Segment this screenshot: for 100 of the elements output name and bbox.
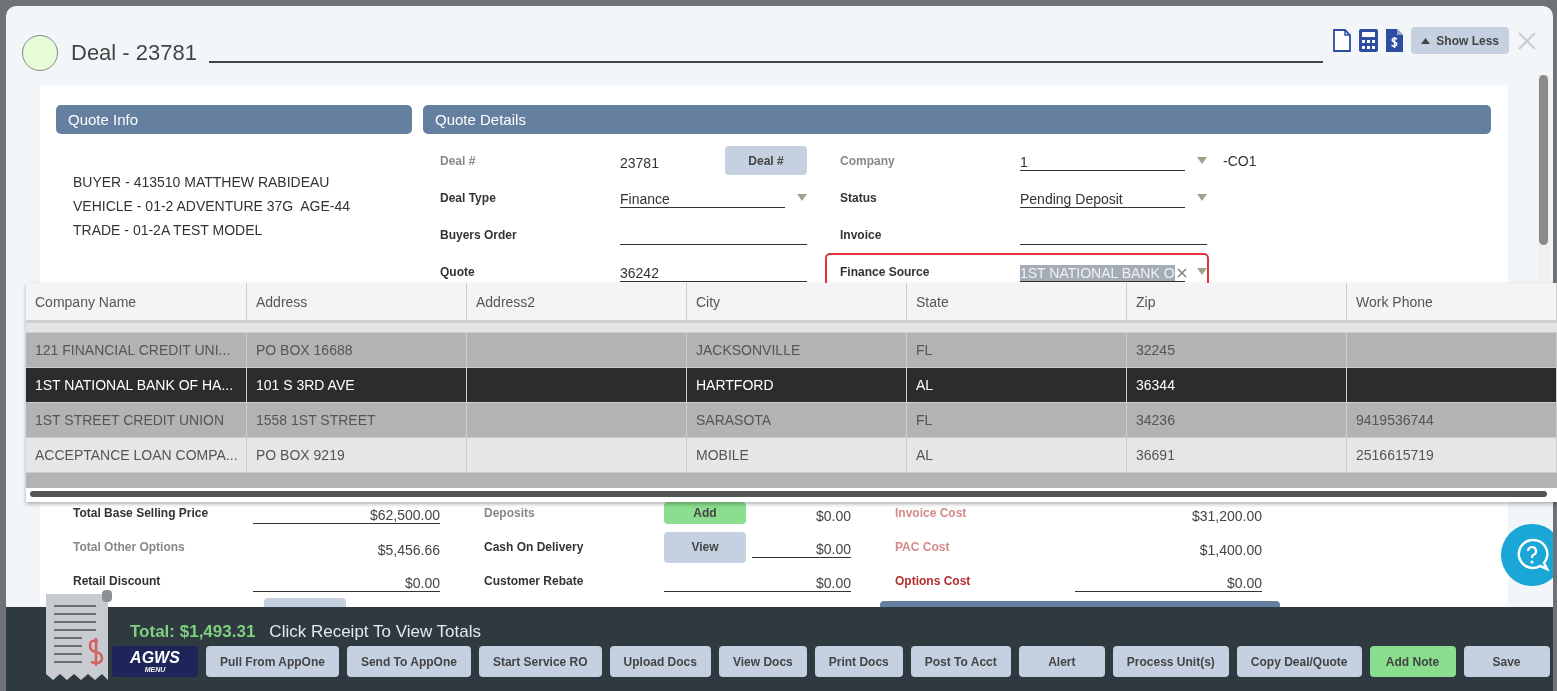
amount-label: Total Base Selling Price xyxy=(73,506,210,520)
column-header[interactable]: Zip xyxy=(1127,283,1347,320)
deal-number-button[interactable]: Deal # xyxy=(725,146,807,175)
field-label: Buyers Order xyxy=(440,227,518,242)
table-cell: 34236 xyxy=(1127,403,1347,437)
grid-row[interactable]: 1ST STREET CREDIT UNION 1558 1ST STREET SARASOTA FL 34236 9419536744 xyxy=(26,403,1557,438)
table-cell: 36691 xyxy=(1127,438,1347,472)
table-cell: 1558 1ST STREET xyxy=(247,403,467,437)
amount-field[interactable]: $0.00 xyxy=(752,536,851,558)
footer-button[interactable]: Add Note xyxy=(1369,646,1456,677)
dialog-title: Deal - 23781 xyxy=(71,40,197,66)
section-header: Quote Info xyxy=(56,105,412,134)
dropdown-caret-icon xyxy=(797,194,807,201)
amount-label: Deposits xyxy=(484,506,536,520)
grid-row[interactable]: 121 FINANCIAL CREDIT UNI... PO BOX 16688 JACKSONVILLE FL 32245 xyxy=(26,333,1557,368)
table-cell: 32245 xyxy=(1127,333,1347,367)
amount-value: $5,456.66 xyxy=(376,540,440,558)
clear-icon[interactable] xyxy=(1177,268,1187,278)
column-header[interactable]: Work Phone xyxy=(1347,283,1557,320)
deal-total: Total: $1,493.31 xyxy=(130,622,256,642)
grid-row[interactable]: 1ST NATIONAL BANK OF HA... 101 S 3RD AVE HARTFORD AL 36344 xyxy=(26,368,1557,403)
company-suffix: -CO1 xyxy=(1223,152,1257,169)
column-header[interactable]: State xyxy=(907,283,1127,320)
table-cell: MOBILE xyxy=(687,438,907,472)
column-header[interactable]: City xyxy=(687,283,907,320)
amount-label: Cash On Delivery xyxy=(484,540,585,554)
grid-row[interactable]: ACCEPTANCE LOAN COMPA... PO BOX 9219 MOBILE AL 36691 2516615719 xyxy=(26,438,1557,473)
info-line: BUYER - 413510 MATTHEW RABIDEAU xyxy=(73,173,331,192)
field-label: Deal # xyxy=(440,153,477,168)
amount-field[interactable]: $0.00 xyxy=(253,570,440,592)
footer-button[interactable]: View Docs xyxy=(718,646,807,677)
column-header[interactable]: Address xyxy=(247,283,467,320)
amount-label: Invoice Cost xyxy=(895,506,968,520)
footer-button[interactable]: Copy Deal/Quote xyxy=(1236,646,1362,677)
footer-button[interactable]: Upload Docs xyxy=(609,646,711,677)
dropdown-field[interactable]: Finance xyxy=(620,187,785,208)
calculator-icon xyxy=(1359,29,1379,52)
table-cell: 36344 xyxy=(1127,368,1347,402)
footer-button[interactable]: Process Unit(s) xyxy=(1112,646,1229,677)
table-cell: PO BOX 16688 xyxy=(247,333,467,367)
table-cell: FL xyxy=(907,403,1127,437)
text-field[interactable]: 36242 xyxy=(620,261,807,282)
table-cell: PO BOX 9219 xyxy=(247,438,467,472)
table-cell: SARASOTA xyxy=(687,403,907,437)
field-label: Status xyxy=(840,190,878,205)
amount-label: Customer Rebate xyxy=(484,574,585,588)
table-cell: HARTFORD xyxy=(687,368,907,402)
amount-label: Total Other Options xyxy=(73,540,186,554)
totals-hint: Click Receipt To View Totals xyxy=(269,622,481,642)
footer-button[interactable]: Save xyxy=(1463,646,1550,677)
table-cell: AL xyxy=(907,368,1127,402)
dropdown-caret-icon xyxy=(1197,194,1207,201)
show-less-button[interactable]: Show Less xyxy=(1411,27,1509,54)
dropdown-field[interactable]: Pending Deposit xyxy=(1020,187,1185,208)
footer-button[interactable]: Post To Acct xyxy=(910,646,1011,677)
table-cell: AL xyxy=(907,438,1127,472)
info-line: VEHICLE - 01-2 ADVENTURE 37G AGE-44 xyxy=(73,197,351,216)
footer-button[interactable]: Print Docs xyxy=(814,646,903,677)
table-cell: FL xyxy=(907,333,1127,367)
selected-text: 1ST NATIONAL BANK O xyxy=(1020,265,1175,281)
field-label: Invoice xyxy=(840,227,883,242)
amount-label: Retail Discount xyxy=(73,574,162,588)
amount-field[interactable]: $0.00 xyxy=(664,570,851,592)
column-header[interactable]: Address2 xyxy=(467,283,687,320)
table-cell: ACCEPTANCE LOAN COMPA... xyxy=(26,438,247,472)
field-label: Deal Type xyxy=(440,190,497,205)
table-cell: 101 S 3RD AVE xyxy=(247,368,467,402)
help-button[interactable] xyxy=(1501,524,1553,586)
table-cell: 121 FINANCIAL CREDIT UNI... xyxy=(26,333,247,367)
amount-value: $1,400.00 xyxy=(1198,540,1262,558)
table-cell: 1ST STREET CREDIT UNION xyxy=(26,403,247,437)
status-circle xyxy=(22,35,58,71)
table-cell: JACKSONVILLE xyxy=(687,333,907,367)
footer-button[interactable]: Pull From AppOne xyxy=(206,646,339,677)
amount-label: Options Cost xyxy=(895,574,972,588)
field-label: Company xyxy=(840,153,896,168)
document-icon xyxy=(1333,29,1352,52)
dropdown-field[interactable]: 1 xyxy=(1020,150,1185,171)
footer-button[interactable]: Alert xyxy=(1018,646,1105,677)
dropdown-caret-icon xyxy=(1197,268,1207,275)
horizontal-scrollbar[interactable] xyxy=(30,491,1547,497)
view-button[interactable]: View xyxy=(664,531,746,563)
amount-value: $0.00 xyxy=(814,506,851,524)
footer-button[interactable]: Start Service RO xyxy=(478,646,602,677)
table-cell: 2516615719 xyxy=(1347,438,1557,472)
info-line: TRADE - 01-2A TEST MODEL xyxy=(73,221,264,240)
amount-value: $31,200.00 xyxy=(1190,506,1262,524)
amount-field[interactable]: $0.00 xyxy=(1075,570,1262,592)
amount-label: PAC Cost xyxy=(895,540,951,554)
scrollbar-thumb[interactable] xyxy=(1539,75,1548,245)
dropdown-caret-icon xyxy=(1197,157,1207,164)
section-header: Quote Details xyxy=(423,105,1491,134)
field-value: 23781 xyxy=(620,154,660,171)
invoice-dollar-icon xyxy=(1386,29,1404,52)
table-cell: 1ST NATIONAL BANK OF HA... xyxy=(26,368,247,402)
field-label: Finance Source xyxy=(840,264,931,279)
add-button[interactable]: Add xyxy=(664,502,746,524)
column-header[interactable]: Company Name xyxy=(26,283,247,320)
table-cell: 9419536744 xyxy=(1347,403,1557,437)
footer-button[interactable]: Send To AppOne xyxy=(346,646,471,677)
